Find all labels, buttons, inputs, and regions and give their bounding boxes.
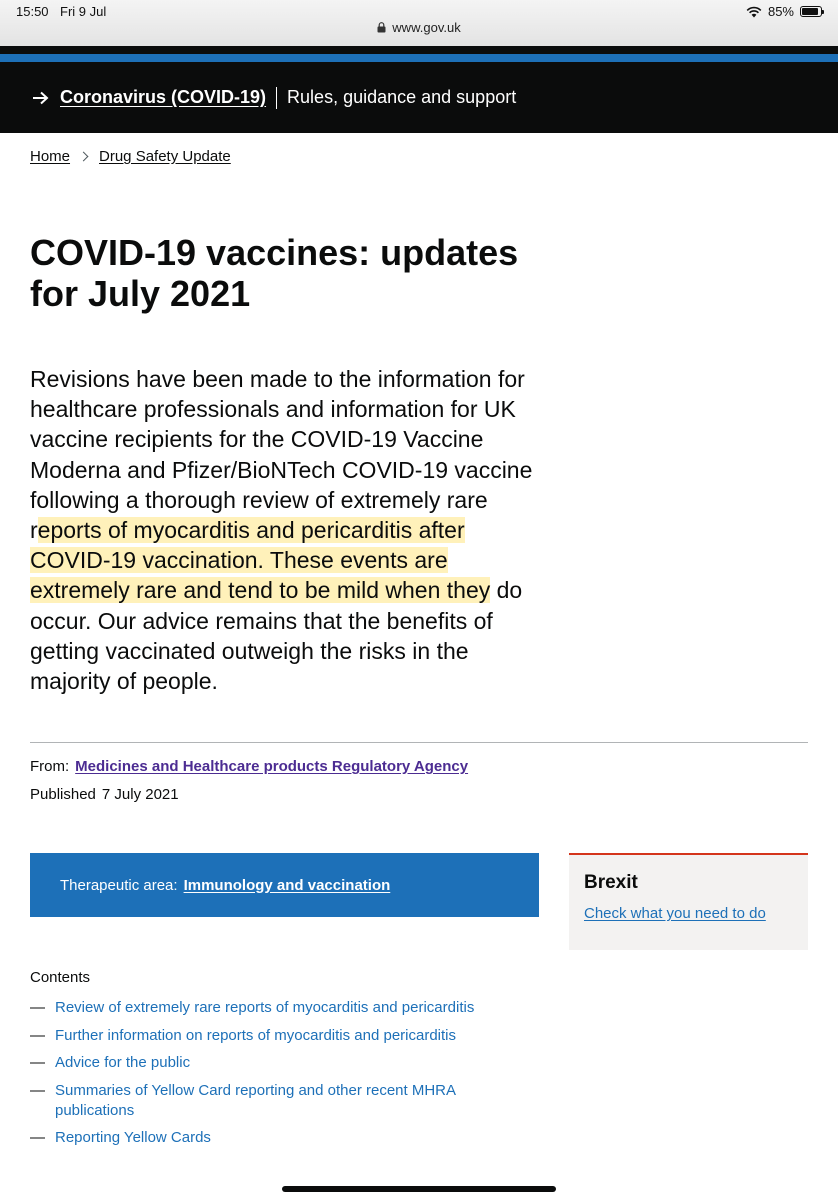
metadata-published: Published 7 July 2021 [30,786,179,803]
dash-marker: — [30,1026,45,1044]
chevron-right-icon [78,151,89,162]
from-label: From: [30,758,70,775]
breadcrumb-drug-safety-update[interactable]: Drug Safety Update [99,148,231,165]
dash-marker: — [30,999,45,1016]
lead-highlighted-text: eports of myocarditis and pericarditis a… [30,517,491,604]
lead-paragraph: Revisions have been made to the informat… [30,364,550,696]
covid-link[interactable]: Coronavirus (COVID-19) [60,87,266,108]
therapeutic-area-label: Therapeutic area: [60,876,178,894]
brexit-title: Brexit [584,872,638,893]
header-black-strip [0,46,838,54]
battery-icon [800,6,824,17]
header-blue-strip [0,54,838,62]
contents-link-summaries[interactable]: Summaries of Yellow Card reporting and o… [55,1081,510,1121]
organisation-link[interactable]: Medicines and Healthcare products Regula… [75,758,468,775]
contents-item: — Review of extremely rare reports of myo… [30,998,510,1018]
contents-link-advice[interactable]: Advice for the public [55,1053,190,1073]
breadcrumb-home[interactable]: Home [30,148,70,165]
page-title: COVID-19 vaccines: updates for July 2021 [30,232,519,314]
published-date: 7 July 2021 [101,786,179,803]
dash-marker: — [30,1054,45,1072]
home-indicator[interactable] [282,1186,556,1192]
dash-marker: — [30,1081,45,1099]
banner-separator [276,86,278,109]
contents-item: — Advice for the public [30,1053,510,1073]
browser-status-bar: 15:50 Fri 9 Jul 85% www.gov.uk [0,0,838,46]
contents-heading: Contents [30,969,91,986]
therapeutic-area-box: Therapeutic area: Immunology and vaccinat… [30,853,539,917]
dash-marker: — [30,1129,45,1147]
metadata-from: From: Medicines and Healthcare products R… [30,758,468,775]
battery-percent: 85% [767,4,794,19]
contents-item: — Summaries of Yellow Card reporting and … [30,1081,510,1121]
status-right: 85% [746,4,824,19]
status-time: 15:50 [16,4,49,19]
contents-link-reporting[interactable]: Reporting Yellow Cards [55,1128,211,1148]
covid-banner: Coronavirus (COVID-19) Rules, guidance a… [0,62,838,133]
contents-link-review[interactable]: Review of extremely rare reports of myoc… [55,998,474,1018]
therapeutic-area-link[interactable]: Immunology and vaccination [184,877,391,894]
arrow-right-icon [33,91,49,104]
published-label: Published [30,786,96,803]
contents-link-further-information[interactable]: Further information on reports of myocar… [55,1026,456,1046]
status-date: Fri 9 Jul [60,4,107,19]
section-divider [30,742,808,743]
covid-subtitle: Rules, guidance and support [287,87,517,107]
contents-item: — Reporting Yellow Cards [30,1128,510,1148]
breadcrumb: Home Drug Safety Update [30,148,231,165]
lock-icon [377,22,386,33]
contents-list: — Review of extremely rare reports of myo… [30,998,510,1156]
brexit-callout: Brexit Check what you need to do [569,853,808,950]
url-text[interactable]: www.gov.uk [392,20,460,35]
contents-item: — Further information on reports of myoca… [30,1026,510,1046]
wifi-icon [746,6,762,17]
brexit-link[interactable]: Check what you need to do [584,905,793,922]
address-bar[interactable]: www.gov.uk [0,20,838,35]
